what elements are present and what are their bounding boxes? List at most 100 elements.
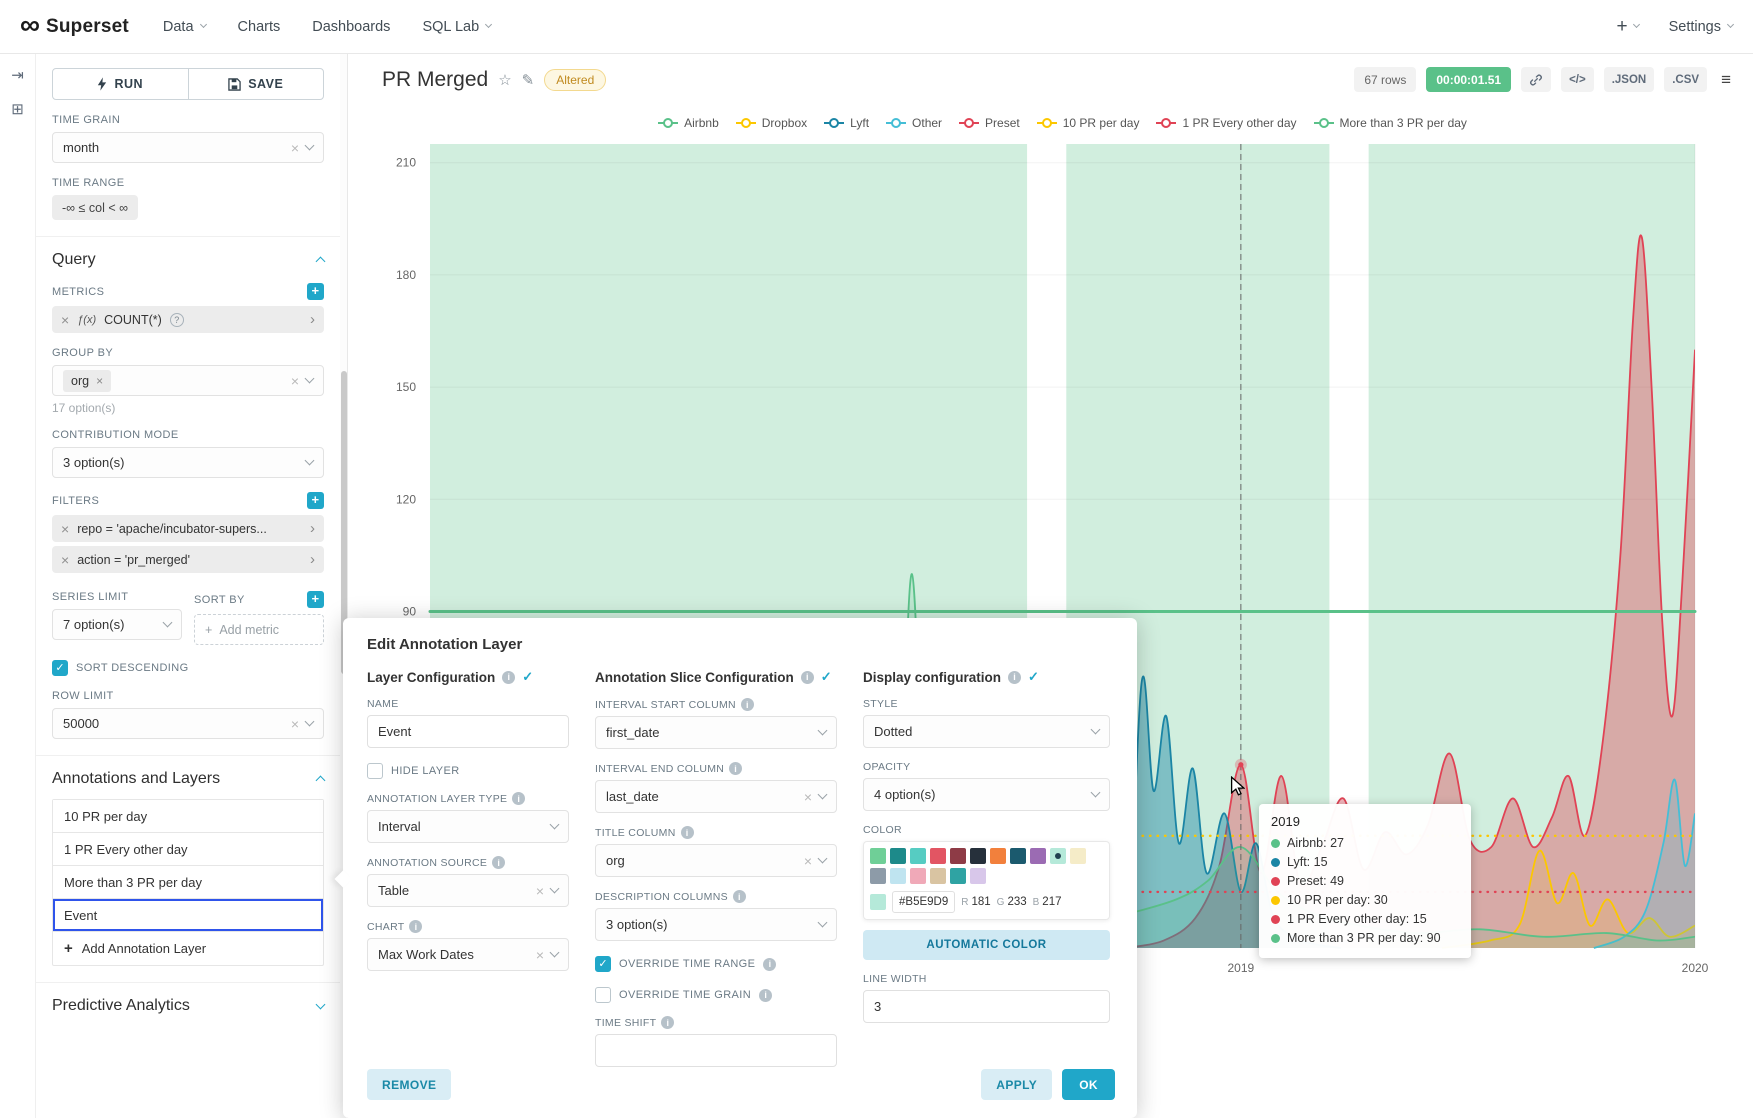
export-json-button[interactable]: .JSON [1604,67,1655,92]
annotations-section-header[interactable]: Annotations and Layers [52,770,324,788]
settings-menu[interactable]: Settings [1669,19,1733,35]
info-icon[interactable]: i [512,792,525,805]
color-swatch[interactable] [970,868,986,884]
share-link-button[interactable] [1521,67,1551,92]
collapse-panel-icon[interactable]: ⇥ [11,66,24,84]
color-swatch[interactable] [870,868,886,884]
interval-start-select[interactable]: first_date [595,716,837,749]
annotation-layer-item[interactable]: 1 PR Every other day [53,833,323,866]
help-icon[interactable]: ? [170,313,184,327]
add-metric-plus-button[interactable]: + [307,283,324,300]
clear-icon[interactable]: × [291,140,299,156]
color-swatch[interactable] [990,848,1006,864]
clear-icon[interactable]: × [291,716,299,732]
expand-filter-icon[interactable]: › [310,551,315,568]
opacity-select[interactable]: 4 option(s) [863,778,1110,811]
row-limit-select[interactable]: 50000 × [52,708,324,739]
hex-color-input[interactable]: #B5E9D9 [892,891,955,913]
color-swatch[interactable] [1070,848,1086,864]
run-button[interactable]: RUN [52,68,189,100]
remove-metric-icon[interactable]: × [61,312,69,328]
remove-filter-icon[interactable]: × [61,552,69,568]
info-icon[interactable]: i [729,762,742,775]
datasource-grid-icon[interactable]: ⊞ [11,100,24,118]
edit-title-icon[interactable]: ✎ [522,71,535,89]
rgb-g-field[interactable]: G233 [997,896,1027,908]
remove-filter-icon[interactable]: × [61,521,69,537]
time-range-pill[interactable]: -∞ ≤ col < ∞ [52,195,138,220]
altered-badge[interactable]: Altered [544,69,606,91]
info-icon[interactable]: i [741,698,754,711]
override-time-range-checkbox[interactable]: ✓ OVERRIDE TIME RANGE i [595,956,837,972]
legend-item[interactable]: Preset [959,116,1020,130]
clear-icon[interactable]: × [804,853,812,869]
legend-item[interactable]: 1 PR Every other day [1156,116,1296,130]
nav-item-sqllab[interactable]: SQL Lab [422,19,491,35]
annotation-layer-item[interactable]: 10 PR per day [53,800,323,833]
rgb-b-field[interactable]: B217 [1033,896,1062,908]
color-swatch[interactable] [870,848,886,864]
annotation-layer-type-select[interactable]: Interval [367,810,569,843]
color-swatch[interactable] [890,848,906,864]
favorite-star-icon[interactable]: ☆ [498,71,511,89]
clear-icon[interactable]: × [804,789,812,805]
apply-button[interactable]: APPLY [981,1069,1052,1100]
rgb-r-field[interactable]: R181 [961,896,990,908]
legend-item[interactable]: 10 PR per day [1037,116,1140,130]
info-icon[interactable]: i [681,826,694,839]
add-sort-metric-plus-button[interactable]: + [307,591,324,608]
color-swatch[interactable] [1030,848,1046,864]
legend-item[interactable]: Dropbox [736,116,807,130]
query-section-header[interactable]: Query [52,251,324,269]
save-button[interactable]: SAVE [188,68,325,100]
time-grain-select[interactable]: month × [52,132,324,163]
group-by-select[interactable]: org × × [52,365,324,396]
sort-by-add-metric[interactable]: + Add metric [194,614,324,645]
style-select[interactable]: Dotted [863,715,1110,748]
line-width-input[interactable] [863,990,1110,1023]
clear-icon[interactable]: × [536,947,544,963]
color-swatch[interactable] [930,848,946,864]
expand-metric-icon[interactable]: › [310,311,315,328]
info-icon[interactable]: i [733,890,746,903]
metric-pill[interactable]: × ƒ(x) COUNT(*) ? › [52,306,324,333]
automatic-color-button[interactable]: AUTOMATIC COLOR [863,930,1110,960]
add-annotation-layer-button[interactable]: + Add Annotation Layer [53,932,323,965]
color-swatch[interactable] [950,848,966,864]
legend-item[interactable]: More than 3 PR per day [1314,116,1467,130]
annotation-layer-item[interactable]: Event [53,899,323,932]
legend-item[interactable]: Other [886,116,942,130]
info-icon[interactable]: i [502,671,515,684]
color-swatch[interactable] [930,868,946,884]
series-limit-select[interactable]: 7 option(s) [52,609,182,640]
info-icon[interactable]: i [763,958,776,971]
view-query-button[interactable]: </> [1561,67,1594,92]
clear-icon[interactable]: × [291,373,299,389]
expand-filter-icon[interactable]: › [310,520,315,537]
interval-end-select[interactable]: last_date × [595,780,837,813]
color-swatch[interactable] [970,848,986,864]
remove-tag-icon[interactable]: × [96,374,103,388]
nav-item-dashboards[interactable]: Dashboards [312,19,390,35]
ok-button[interactable]: OK [1062,1069,1115,1100]
name-input[interactable] [367,715,569,748]
add-filter-plus-button[interactable]: + [307,492,324,509]
export-csv-button[interactable]: .CSV [1664,67,1707,92]
color-swatch[interactable] [1010,848,1026,864]
annotation-layer-item[interactable]: More than 3 PR per day [53,866,323,899]
color-swatch[interactable] [890,868,906,884]
color-swatch[interactable] [1050,848,1066,864]
title-column-select[interactable]: org × [595,844,837,877]
groupby-tag-org[interactable]: org × [63,370,111,392]
predictive-section-header[interactable]: Predictive Analytics [52,997,324,1015]
legend-item[interactable]: Lyft [824,116,869,130]
color-swatch[interactable] [910,868,926,884]
remove-button[interactable]: REMOVE [367,1069,451,1100]
override-time-grain-checkbox[interactable]: OVERRIDE TIME GRAIN i [595,987,837,1003]
info-icon[interactable]: i [661,1016,674,1029]
chart-select[interactable]: Max Work Dates × [367,938,569,971]
filter-pill-action[interactable]: × action = 'pr_merged' › [52,546,324,573]
legend-item[interactable]: Airbnb [658,116,719,130]
annotation-source-select[interactable]: Table × [367,874,569,907]
hide-layer-checkbox[interactable]: HIDE LAYER [367,763,569,779]
